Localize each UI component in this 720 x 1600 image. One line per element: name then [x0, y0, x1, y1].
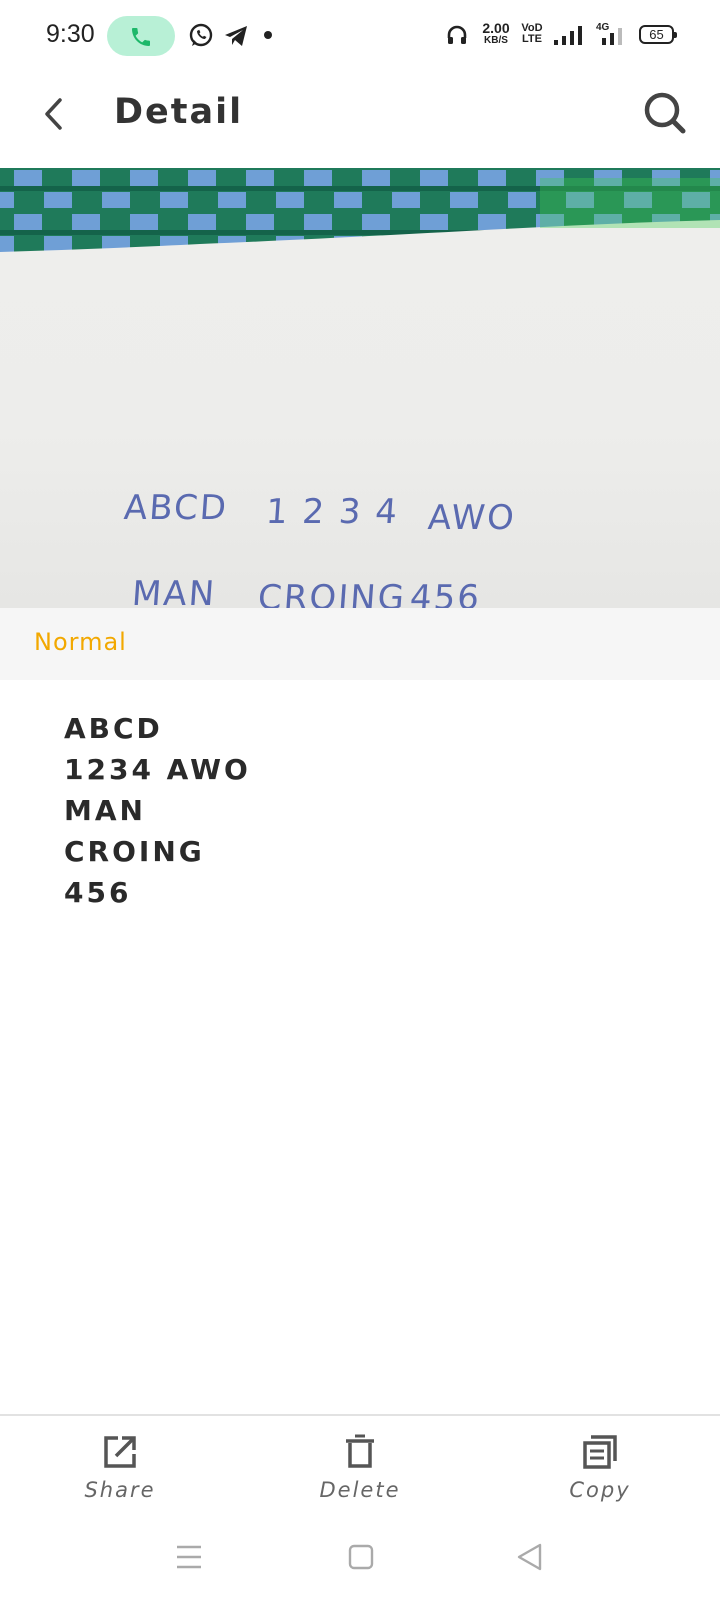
bottom-toolbar: Share Delete Copy: [0, 1414, 720, 1524]
trash-icon: [346, 1434, 374, 1468]
photo-text-456: 456: [408, 578, 483, 608]
share-button[interactable]: Share: [50, 1434, 190, 1502]
app-header: Detail: [0, 72, 720, 168]
speed-value: 2.00: [482, 20, 510, 36]
photo-text-abcd: ABCD: [122, 488, 230, 528]
result-line: MAN: [64, 794, 146, 827]
volte-bottom: LTE: [522, 33, 542, 45]
result-line: 1234 AWO: [64, 753, 251, 786]
recognized-text[interactable]: ABCD 1234 AWO MAN CROING 456: [64, 708, 251, 913]
copy-button[interactable]: Copy: [530, 1434, 670, 1502]
status-bar: 9:30 2.00 KB/S VoD LTE 4G 65: [0, 0, 720, 72]
network-speed: 2.00 KB/S: [478, 21, 514, 46]
photo-text-1234: 1 2 3 4: [264, 492, 401, 532]
result-line: CROING: [64, 835, 205, 868]
chevron-left-icon[interactable]: [30, 90, 78, 138]
photo-text-awo: AWO: [426, 498, 518, 538]
mode-strip: Normal: [0, 608, 720, 680]
back-triangle-icon[interactable]: [516, 1542, 544, 1572]
search-icon[interactable]: [640, 88, 690, 138]
whatsapp-icon: [189, 23, 213, 47]
delete-label: Delete: [319, 1478, 401, 1502]
delete-button[interactable]: Delete: [290, 1434, 430, 1502]
signal-icon: [554, 26, 582, 45]
phone-call-icon[interactable]: [107, 16, 175, 56]
telegram-icon: [225, 26, 247, 46]
home-icon[interactable]: [348, 1542, 374, 1572]
share-label: Share: [84, 1478, 156, 1502]
copy-label: Copy: [569, 1478, 631, 1502]
photo-text-croing: CROING: [256, 578, 408, 608]
share-icon: [104, 1436, 136, 1468]
speed-unit: KB/S: [484, 35, 508, 46]
result-line: 456: [64, 876, 132, 909]
page-title: Detail: [114, 92, 244, 132]
result-line: ABCD: [64, 712, 163, 745]
battery-icon: 65: [639, 25, 677, 44]
woven-mat: [0, 168, 720, 252]
system-nav-bar: [0, 1530, 720, 1600]
copy-icon: [583, 1435, 617, 1469]
scanned-photo: ABCD 1 2 3 4 AWO MAN CROING 456: [0, 168, 720, 608]
signal-icon-2: [602, 28, 622, 45]
headset-icon: [447, 25, 467, 44]
notification-dot: [264, 31, 272, 39]
status-time: 9:30: [46, 20, 95, 48]
photo-text-man: MAN: [130, 574, 218, 608]
mode-label[interactable]: Normal: [34, 628, 127, 656]
menu-icon[interactable]: [176, 1542, 202, 1572]
volte-indicator: VoD LTE: [519, 23, 545, 45]
